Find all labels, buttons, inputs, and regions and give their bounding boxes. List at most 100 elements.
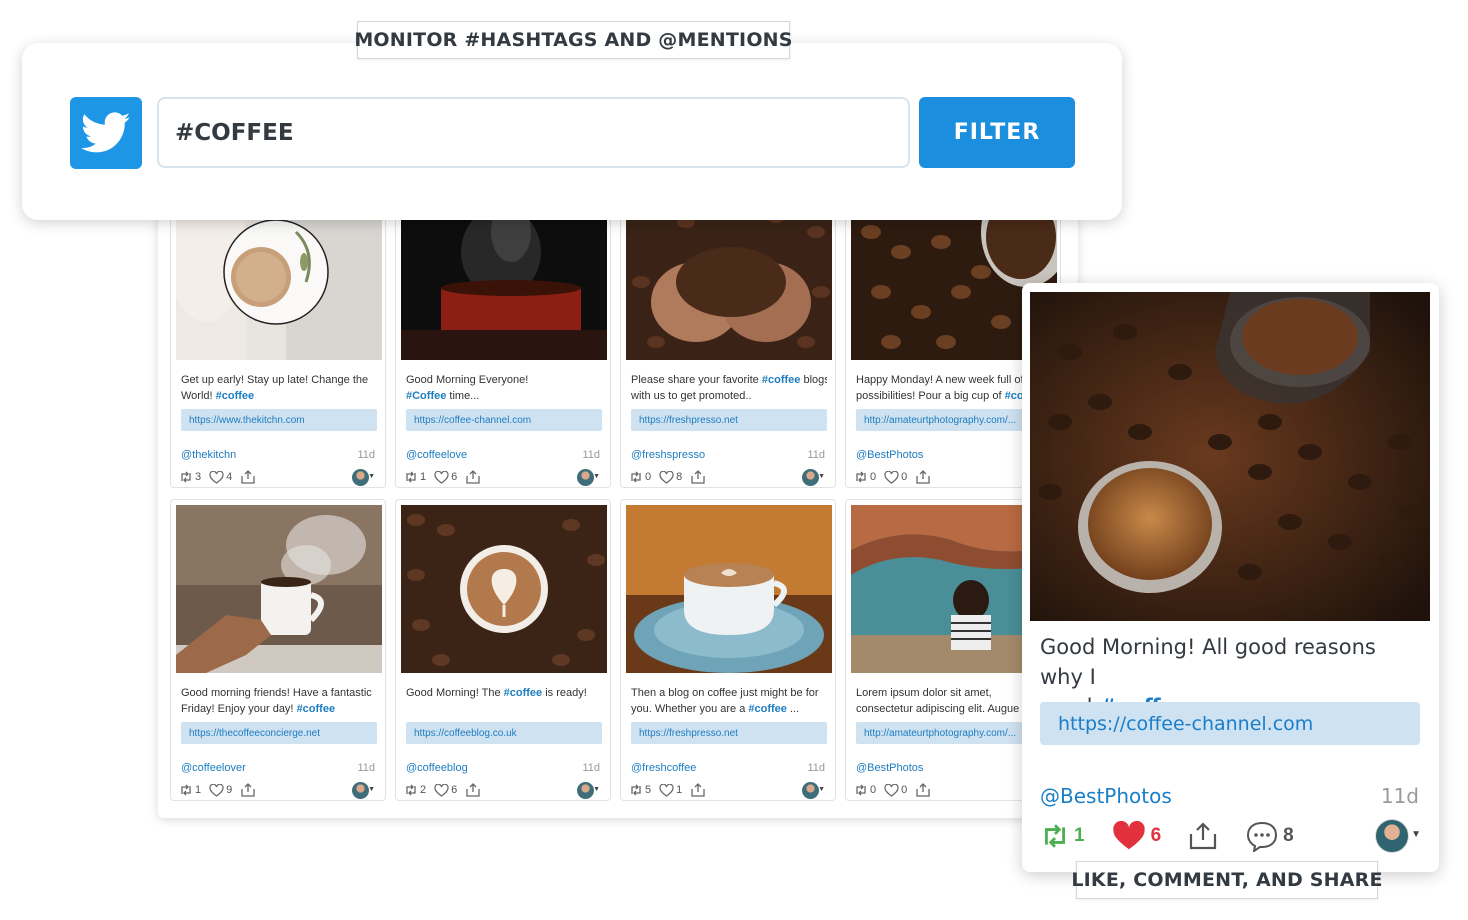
retweet-button[interactable]: 1 — [179, 784, 201, 796]
like-button[interactable]: 6 — [434, 783, 457, 797]
like-button[interactable]: 9 — [209, 783, 233, 797]
post-handle[interactable]: @thekitchn — [181, 449, 236, 461]
chevron-down-icon[interactable]: ▼ — [368, 473, 375, 480]
post-card[interactable]: Good morning friends! Have a fantastic F… — [170, 499, 386, 801]
monitor-label: MONITOR #HASHTAGS AND @MENTIONS — [354, 21, 792, 59]
post-text: Please share your favorite #coffee blogs… — [631, 374, 827, 402]
footer-label: LIKE, COMMENT, AND SHARE — [1071, 861, 1382, 899]
avatar[interactable] — [577, 782, 594, 799]
like-count: 6 — [451, 471, 458, 483]
filter-panel: #COFFEE FILTER — [22, 43, 1122, 220]
post-handle[interactable]: @BestPhotos — [856, 449, 923, 461]
like-button[interactable]: 0 — [884, 783, 907, 797]
share-icon[interactable] — [915, 783, 931, 797]
featured-post-link[interactable]: https://coffee-channel.com — [1040, 702, 1420, 745]
search-input[interactable]: #COFFEE — [157, 97, 910, 168]
avatar[interactable] — [802, 782, 819, 799]
chevron-down-icon[interactable]: ▼ — [818, 473, 825, 480]
share-icon[interactable] — [690, 470, 706, 484]
share-icon[interactable] — [1187, 821, 1219, 851]
post-handle[interactable]: @BestPhotos — [856, 762, 923, 774]
post-link[interactable]: https://freshpresso.net — [631, 722, 827, 744]
post-card[interactable]: Then a blog on coffee just might be for … — [620, 499, 836, 801]
post-handle[interactable]: @freshspresso — [631, 449, 705, 461]
like-button[interactable]: 0 — [884, 470, 908, 484]
retweet-button[interactable]: 0 — [854, 784, 876, 796]
post-grid: Get up early! Stay up late! Change the W… — [158, 180, 1078, 818]
retweet-button[interactable]: 0 — [629, 471, 651, 483]
avatar[interactable] — [352, 782, 369, 799]
like-count: 0 — [901, 471, 908, 483]
chevron-down-icon[interactable]: ▼ — [368, 786, 375, 793]
retweet-icon — [406, 471, 416, 483]
post-actions: 1 9 — [179, 783, 256, 797]
post-card[interactable]: Good Morning! The #coffee is ready! http… — [395, 499, 611, 801]
retweet-button[interactable]: 1 — [404, 471, 426, 483]
heart-icon — [884, 783, 899, 797]
like-button[interactable]: 8 — [659, 470, 683, 484]
retweet-button[interactable]: 3 — [179, 471, 201, 483]
chevron-down-icon[interactable]: ▼ — [593, 473, 600, 480]
retweet-button[interactable]: 2 — [404, 784, 426, 796]
post-handle[interactable]: @coffeelover — [181, 762, 246, 774]
avatar[interactable] — [577, 469, 594, 486]
retweet-button[interactable]: 0 — [854, 471, 876, 483]
post-link[interactable]: https://www.thekitchn.com — [181, 409, 377, 431]
featured-post-handle[interactable]: @BestPhotos — [1040, 784, 1172, 808]
retweet-icon — [631, 471, 641, 483]
comment-icon — [1247, 821, 1278, 852]
chevron-down-icon[interactable]: ▼ — [818, 786, 825, 793]
retweet-count: 2 — [420, 784, 427, 796]
post-age: 11d — [807, 762, 825, 774]
post-link[interactable]: https://coffee-channel.com — [406, 409, 602, 431]
filter-button[interactable]: FILTER — [919, 97, 1075, 168]
featured-post-age: 11d — [1380, 784, 1419, 808]
post-card[interactable]: Please share your favorite #coffee blogs… — [620, 186, 836, 488]
heart-icon — [884, 470, 899, 484]
like-count: 1 — [676, 784, 683, 796]
retweet-icon — [181, 784, 191, 796]
post-link[interactable]: https://freshpresso.net — [631, 409, 827, 431]
post-text: Good Morning Everyone! #Coffee time... — [406, 374, 529, 402]
heart-icon — [209, 470, 224, 484]
share-icon[interactable] — [465, 783, 481, 797]
post-actions: 0 8 — [629, 470, 706, 484]
avatar[interactable] — [802, 469, 819, 486]
like-button[interactable]: 1 — [659, 783, 683, 797]
post-age: 11d — [582, 449, 600, 461]
featured-post-actions: 1 6 8 — [1040, 820, 1294, 852]
share-icon[interactable] — [690, 783, 706, 797]
like-button[interactable]: 6 — [434, 470, 458, 484]
post-handle[interactable]: @freshcoffee — [631, 762, 696, 774]
share-icon[interactable] — [915, 470, 931, 484]
like-button[interactable]: 4 — [209, 470, 232, 484]
retweet-icon — [181, 471, 191, 483]
like-count: 8 — [676, 471, 683, 483]
post-card[interactable]: Get up early! Stay up late! Change the W… — [170, 186, 386, 488]
post-actions: 3 4 — [179, 470, 256, 484]
retweet-icon — [631, 784, 641, 796]
avatar[interactable] — [1375, 819, 1409, 853]
retweet-button[interactable]: 5 — [629, 784, 651, 796]
post-link[interactable]: https://thecoffeeconcierge.net — [181, 722, 377, 744]
post-image — [401, 505, 607, 673]
featured-post-card[interactable]: Good Morning! All good reasons why I nee… — [1022, 283, 1439, 872]
avatar[interactable] — [352, 469, 369, 486]
share-icon[interactable] — [240, 783, 256, 797]
retweet-icon — [406, 784, 416, 796]
share-icon[interactable] — [240, 470, 256, 484]
post-age: 11d — [357, 449, 375, 461]
post-link[interactable]: https://coffeeblog.co.uk — [406, 722, 602, 744]
retweet-button[interactable]: 1 — [1040, 822, 1085, 850]
post-handle[interactable]: @coffeeblog — [406, 762, 468, 774]
like-count: 9 — [226, 784, 233, 796]
comment-button[interactable]: 8 — [1245, 820, 1294, 852]
chevron-down-icon[interactable]: ▼ — [593, 786, 600, 793]
like-button[interactable]: 6 — [1111, 820, 1161, 852]
share-icon[interactable] — [465, 470, 481, 484]
post-age: 11d — [582, 762, 600, 774]
chevron-down-icon[interactable]: ▼ — [1411, 829, 1421, 840]
post-handle[interactable]: @coffeelove — [406, 449, 467, 461]
post-card[interactable]: Good Morning Everyone! #Coffee time... h… — [395, 186, 611, 488]
post-text: Then a blog on coffee just might be for … — [631, 687, 819, 715]
